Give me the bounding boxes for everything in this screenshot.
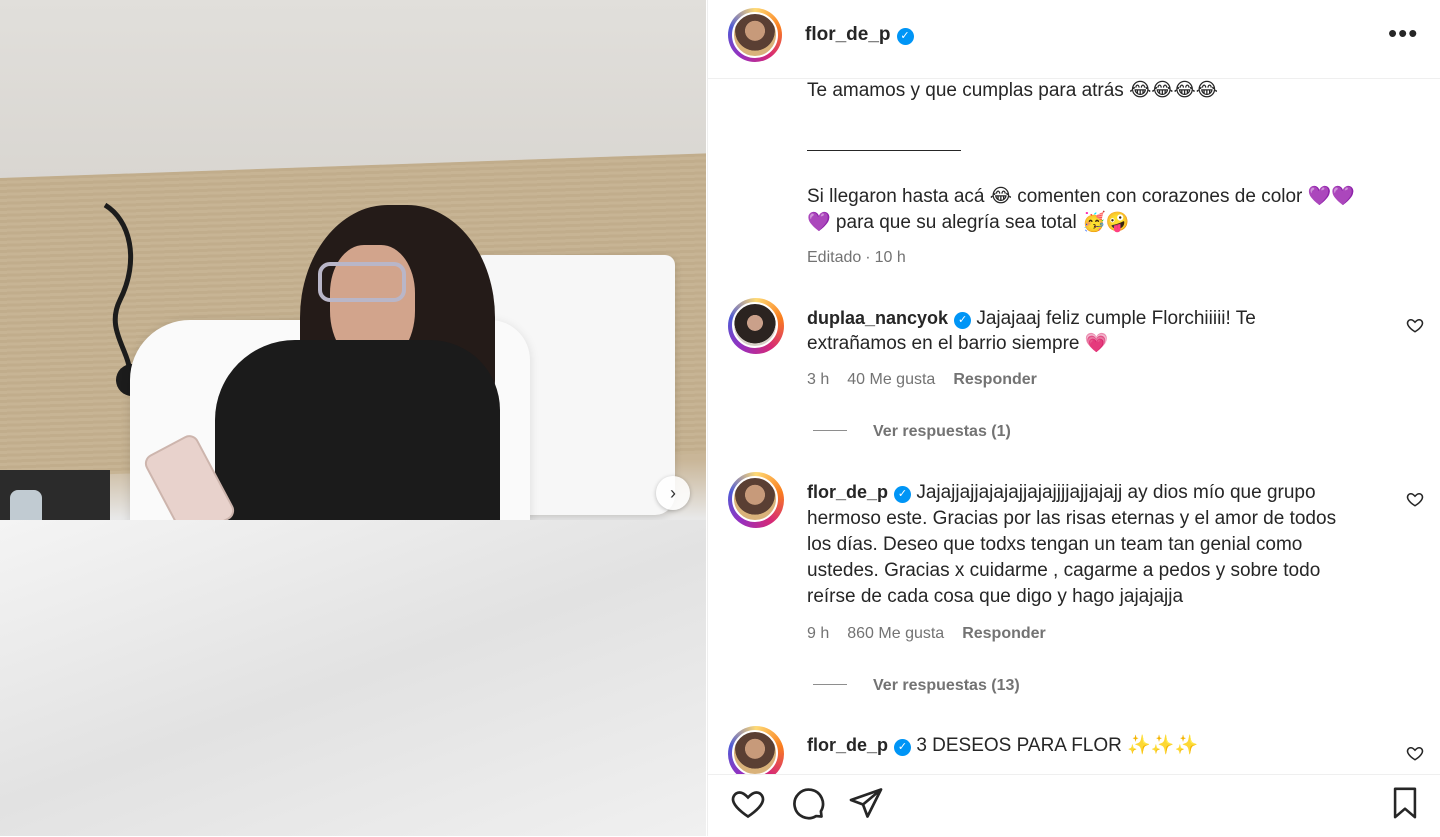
caption-meta: Editado · 10 h [807, 249, 924, 267]
post-photo[interactable]: › [0, 0, 706, 836]
comment-meta: 9 h 860 Me gusta Responder [807, 625, 1064, 643]
comment-username[interactable]: flor_de_p [807, 735, 888, 755]
send-icon [849, 788, 883, 818]
bookmark-icon [1393, 787, 1417, 819]
comment-like-button[interactable] [1406, 744, 1424, 767]
comment-like-button[interactable] [1406, 490, 1424, 513]
comment-line: los días. Deseo que todxs tengan un team… [807, 534, 1303, 555]
comment-line: reírse de cada cosa que digo y hago jaja… [807, 586, 1184, 607]
comment-avatar[interactable] [728, 298, 784, 354]
comment-meta: 3 h 40 Me gusta Responder [807, 371, 1055, 389]
more-options-button[interactable]: ••• [1388, 18, 1418, 49]
caption-line: Si llegaron hasta acá 😂 comenten con cor… [807, 186, 1355, 207]
caption-line: Te amamos y que cumplas para atrás 😂😂😂😂 [807, 80, 1218, 101]
comment-line: Jajajjajjajajajjajajjjjajjajajj ay dios … [916, 482, 1316, 503]
post-actions-bar [708, 774, 1440, 837]
comment-line: 3 DESEOS PARA FLOR ✨✨✨ [916, 735, 1199, 756]
heart-icon [1406, 318, 1424, 333]
verified-badge-icon: ✓ [896, 28, 914, 45]
comment-button[interactable] [790, 785, 828, 823]
comment-username[interactable]: duplaa_nancyok [807, 308, 948, 328]
heart-icon [731, 791, 765, 819]
save-button[interactable] [1388, 785, 1426, 823]
reply-button[interactable]: Responder [953, 371, 1037, 388]
caption-line: 💜 para que su alegría sea total 🥳🤪 [807, 212, 1130, 233]
photo-sheet [0, 520, 706, 836]
verified-badge-icon: ✓ [894, 486, 912, 503]
comment-time: 9 h [807, 625, 830, 642]
view-replies-button[interactable]: Ver respuestas (13) [813, 677, 1020, 695]
edited-label: Editado [807, 249, 862, 266]
heart-icon [1406, 492, 1424, 507]
heart-icon [1406, 746, 1424, 761]
chevron-right-icon: › [670, 482, 676, 503]
comment-like-button[interactable] [1406, 316, 1424, 339]
author-avatar[interactable] [728, 8, 782, 62]
verified-badge-icon: ✓ [954, 312, 972, 329]
author-username[interactable]: flor_de_p [805, 24, 891, 45]
comment-avatar[interactable] [728, 472, 784, 528]
share-button[interactable] [848, 785, 886, 823]
comment-likes[interactable]: 40 Me gusta [847, 371, 935, 388]
reply-button[interactable]: Responder [962, 625, 1046, 642]
comment-text: flor_de_p ✓ 3 DESEOS PARA FLOR ✨✨✨ [807, 732, 1407, 759]
comment-likes[interactable]: 860 Me gusta [847, 625, 944, 642]
comment-line: extrañamos en el barrio siempre 💗 [807, 333, 1109, 354]
comment-text: duplaa_nancyok ✓ Jajajaaj feliz cumple Fl… [807, 305, 1397, 332]
caption-divider [807, 150, 961, 151]
like-button[interactable] [730, 785, 768, 823]
post-header: flor_de_p ✓ ••• [708, 0, 1440, 79]
verified-badge-icon: ✓ [894, 739, 912, 756]
comment-username[interactable]: flor_de_p [807, 482, 888, 502]
comment-icon [793, 788, 825, 820]
comment-line: ustedes. Gracias x cuidarme , cagarme a … [807, 560, 1321, 581]
post-details-panel: flor_de_p ✓ ••• Te amamos y que cumplas p… [707, 0, 1440, 837]
view-replies-button[interactable]: Ver respuestas (1) [813, 423, 1011, 441]
meta-separator: · [865, 249, 871, 266]
comment-line: hermoso este. Gracias por las risas eter… [807, 508, 1337, 529]
photo-glasses [318, 262, 406, 302]
comment-line: Jajajaaj feliz cumple Florchiiiii! Te [976, 308, 1256, 329]
comment-text: flor_de_p ✓ Jajajjajjajajajjajajjjjajjaja… [807, 479, 1407, 506]
caption-time: 10 h [874, 249, 906, 266]
comment-time: 3 h [807, 371, 830, 388]
next-photo-button[interactable]: › [656, 476, 690, 510]
